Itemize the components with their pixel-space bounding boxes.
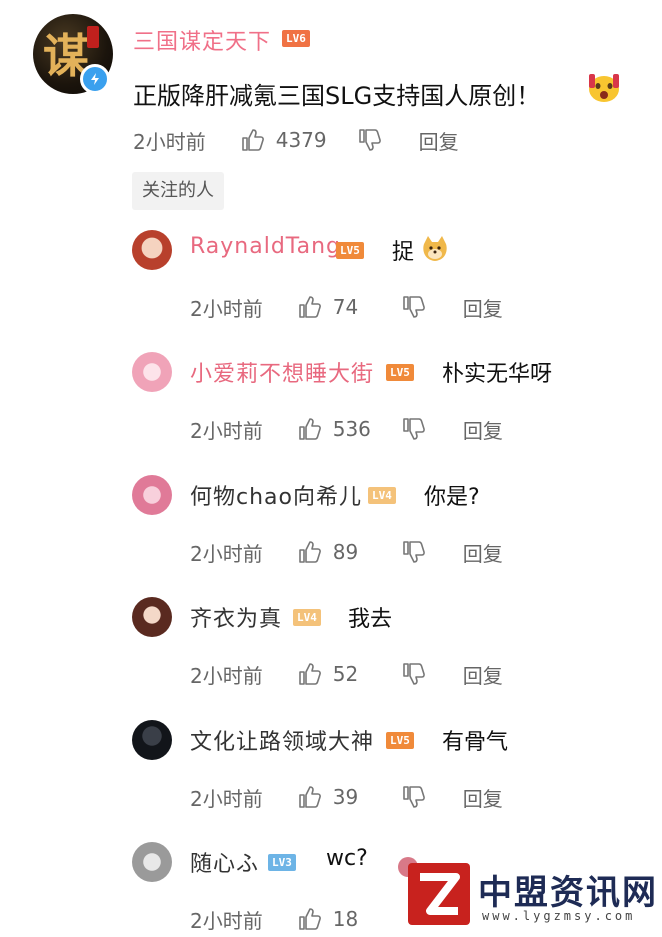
- reply-text: 我去: [348, 607, 393, 632]
- like-count: 39: [332, 785, 359, 809]
- level-badge: LV6: [282, 30, 310, 47]
- like-count: 4379: [275, 128, 327, 152]
- watermark-url: www.lygzmsy.com: [482, 909, 636, 923]
- reply-time: 2小时前: [190, 786, 263, 811]
- verified-icon: [80, 64, 110, 94]
- reply-button[interactable]: 回复: [463, 538, 503, 567]
- like-icon[interactable]: [297, 416, 323, 442]
- reply-time: 2小时前: [190, 908, 263, 933]
- avatar[interactable]: [132, 352, 172, 392]
- reply-item: 何物chao向希儿 LV4 你是? 2小时前 89 回复: [0, 475, 662, 597]
- reply-text: 朴实无华呀: [442, 362, 553, 387]
- reply-text: wc?: [326, 846, 368, 871]
- follow-tag: 关注的人: [132, 172, 224, 210]
- reply-item: 齐衣为真 LV4 我去 2小时前 52 回复: [0, 597, 662, 719]
- reply-item: RaynaldTang LV5 捉 2小时前 74 回复: [0, 230, 662, 352]
- comment-meta: 2小时前 4379 回复: [133, 126, 459, 154]
- reply-username[interactable]: 文化让路领域大神: [190, 724, 374, 756]
- avatar-seal: [87, 26, 99, 48]
- avatar[interactable]: [132, 475, 172, 515]
- reply-meta: 2小时前 39 回复: [190, 783, 503, 811]
- like-icon[interactable]: [297, 784, 323, 810]
- reply-item: 小爱莉不想睡大街 LV5 朴实无华呀 2小时前 536 回复: [0, 352, 662, 474]
- reply-username[interactable]: 何物chao向希儿: [190, 479, 362, 511]
- level-badge: LV5: [386, 364, 414, 381]
- like-icon[interactable]: [297, 294, 323, 320]
- avatar[interactable]: [132, 230, 172, 270]
- reply-meta: 2小时前 536 回复: [190, 415, 503, 443]
- watermark: 中盟资讯网 www.lygzmsy.com: [398, 857, 660, 935]
- reply-time: 2小时前: [190, 541, 263, 566]
- comment-username[interactable]: 三国谋定天下: [133, 24, 271, 56]
- reply-text: 捉: [392, 240, 415, 265]
- reply-text: 你是?: [424, 485, 480, 510]
- doge-emoji-icon: [423, 236, 447, 261]
- reply-button[interactable]: 回复: [419, 126, 459, 155]
- avatar[interactable]: [132, 842, 172, 882]
- avatar[interactable]: [132, 597, 172, 637]
- dislike-icon[interactable]: [401, 784, 427, 810]
- like-icon[interactable]: [297, 539, 323, 565]
- reply-button[interactable]: 回复: [463, 415, 503, 444]
- reply-item: 文化让路领域大神 LV5 有骨气 2小时前 39 回复: [0, 720, 662, 842]
- like-count: 74: [332, 295, 359, 319]
- avatar[interactable]: [132, 720, 172, 760]
- reply-text: 有骨气: [442, 730, 509, 755]
- watermark-logo-icon: [408, 863, 470, 925]
- dislike-icon[interactable]: [401, 416, 427, 442]
- reply-time: 2小时前: [190, 418, 263, 443]
- level-badge: LV5: [336, 242, 364, 259]
- reply-meta: 2小时前 52 回复: [190, 660, 503, 688]
- like-count: 18: [332, 907, 359, 931]
- dislike-icon[interactable]: [401, 294, 427, 320]
- like-icon[interactable]: [297, 661, 323, 687]
- reply-username[interactable]: RaynaldTang: [190, 234, 341, 259]
- reply-time: 2小时前: [190, 296, 263, 321]
- level-badge: LV4: [368, 487, 396, 504]
- like-icon[interactable]: [240, 127, 266, 153]
- reply-username[interactable]: 齐衣为真: [190, 601, 282, 633]
- shocked-emoji-icon: [589, 74, 619, 102]
- dislike-icon[interactable]: [401, 539, 427, 565]
- like-icon[interactable]: [297, 906, 323, 932]
- like-count: 536: [332, 417, 371, 441]
- reply-button[interactable]: 回复: [463, 660, 503, 689]
- reply-button[interactable]: 回复: [463, 783, 503, 812]
- level-badge: LV4: [293, 609, 321, 626]
- reply-meta: 2小时前 18: [190, 905, 401, 933]
- reply-username[interactable]: 随心ふ: [190, 846, 259, 878]
- main-comment: 谋 三国谋定天下 LV6 正版降肝减氪三国SLG支持国人原创！ 2小时前 437…: [0, 0, 662, 230]
- reply-button[interactable]: 回复: [463, 293, 503, 322]
- reply-time: 2小时前: [190, 663, 263, 688]
- level-badge: LV5: [386, 732, 414, 749]
- like-count: 89: [332, 540, 359, 564]
- like-count: 52: [332, 662, 359, 686]
- level-badge: LV3: [268, 854, 296, 871]
- reply-meta: 2小时前 89 回复: [190, 538, 503, 566]
- comment-time: 2小时前: [133, 129, 206, 154]
- comment-text: 正版降肝减氪三国SLG支持国人原创！: [133, 82, 541, 110]
- watermark-title: 中盟资讯网: [478, 873, 658, 913]
- dislike-icon[interactable]: [357, 127, 383, 153]
- dislike-icon[interactable]: [401, 661, 427, 687]
- reply-username[interactable]: 小爱莉不想睡大街: [190, 356, 374, 388]
- reply-meta: 2小时前 74 回复: [190, 293, 503, 321]
